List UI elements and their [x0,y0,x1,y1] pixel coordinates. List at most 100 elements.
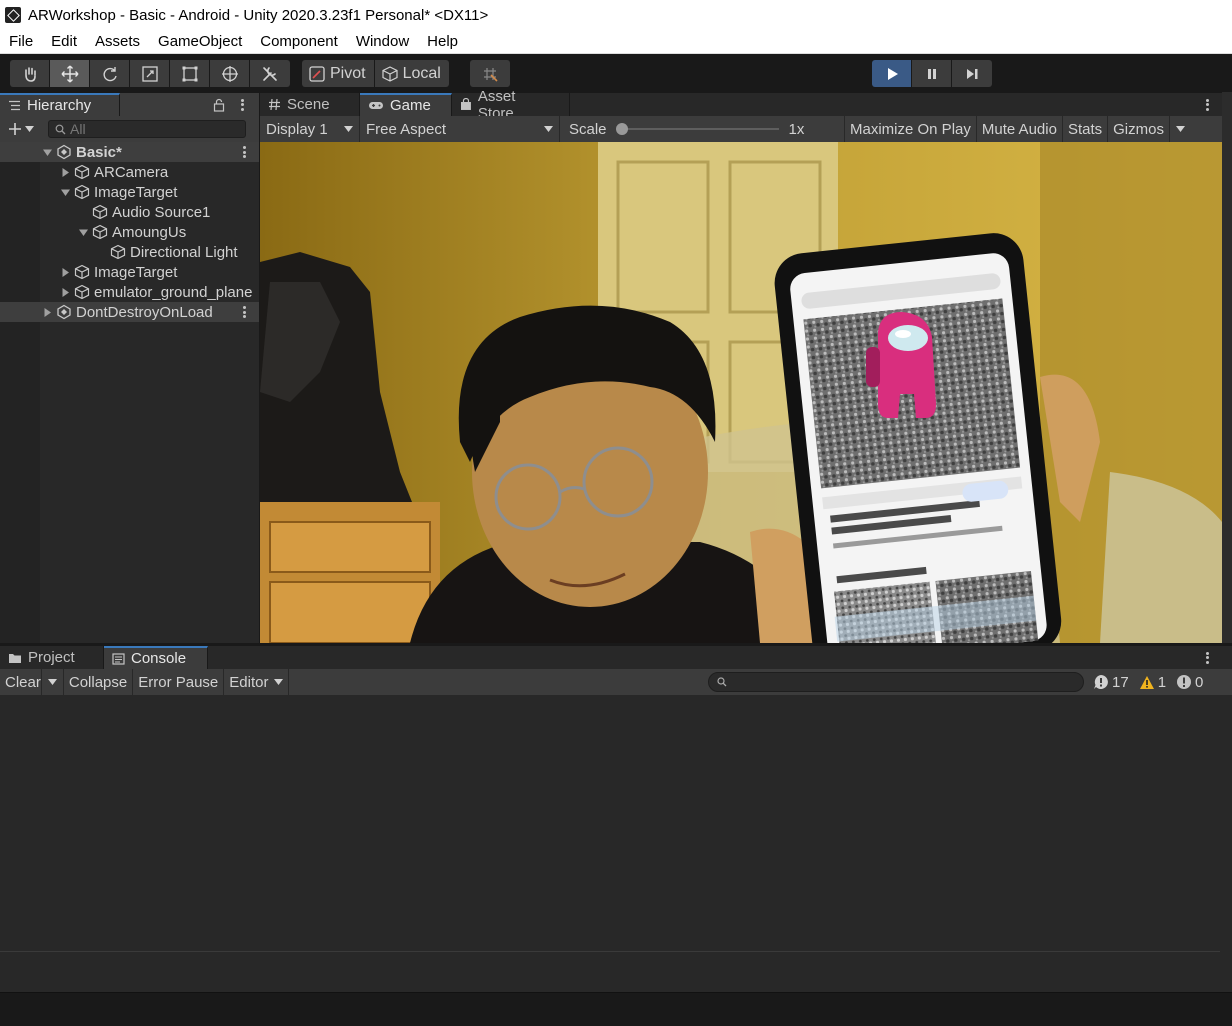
window-title: ARWorkshop - Basic - Android - Unity 202… [28,6,489,24]
custom-tool-button[interactable] [250,60,290,87]
console-menu-icon[interactable] [1200,651,1214,665]
chevron-down-icon [47,679,57,685]
hierarchy-item[interactable]: Directional Light [0,242,259,262]
hierarchy-menu-icon[interactable] [235,98,249,112]
expand-arrow-right-icon[interactable] [58,165,72,179]
hierarchy-item-label: Audio Source1 [112,203,211,221]
transform-tool-button[interactable] [210,60,250,87]
game-menu-icon[interactable] [1200,98,1214,112]
menu-gameobject[interactable]: GameObject [149,31,251,53]
hierarchy-scene-row[interactable]: DontDestroyOnLoad [0,302,259,322]
expand-arrow-down-icon[interactable] [58,185,72,199]
grid-snap-button[interactable] [470,60,510,87]
grid-snap-group [470,60,510,87]
chevron-down-icon [25,126,34,132]
play-button[interactable] [872,60,912,87]
scale-slider[interactable] [615,123,779,135]
hand-tool-button[interactable] [10,60,50,87]
step-button[interactable] [952,60,992,87]
tab-scene[interactable]: Scene [260,93,360,116]
stats-toggle[interactable]: Stats [1063,116,1109,142]
menu-file[interactable]: File [0,31,42,53]
scale-icon [141,65,158,82]
tab-asset-store[interactable]: Asset Store [452,88,570,122]
mute-audio-toggle[interactable]: Mute Audio [977,116,1063,142]
hierarchy-item-label: ImageTarget [94,263,178,281]
console-search-input[interactable] [708,672,1084,692]
expand-arrow-right-icon[interactable] [58,265,72,279]
scale-tool-button[interactable] [130,60,170,87]
hierarchy-item[interactable]: ImageTarget [0,262,259,282]
rect-tool-button[interactable] [170,60,210,87]
gameobject-cube-icon [74,264,90,280]
gameobject-cube-icon [74,184,90,200]
error-pause-toggle[interactable]: Error Pause [133,669,225,695]
warning-count-toggle[interactable]: 1 [1134,674,1171,691]
console-tabbar: Project Console [0,645,1232,669]
hierarchy-item[interactable]: ARCamera [0,162,259,182]
rotate-tool-button[interactable] [90,60,130,87]
camera-feed-image [260,142,1222,643]
expand-arrow-right-icon[interactable] [58,285,72,299]
collapse-toggle[interactable]: Collapse [64,669,134,695]
hierarchy-item-label: ARCamera [94,163,169,181]
console-panel: Project Console Clear Collapse Error Pau… [0,645,1232,992]
hierarchy-item[interactable]: ImageTarget [0,182,259,202]
menu-assets[interactable]: Assets [86,31,149,53]
hierarchy-item[interactable]: emulator_ground_plane [0,282,259,302]
local-cube-icon [381,65,398,82]
scale-slider-thumb[interactable] [615,123,628,135]
tab-hierarchy[interactable]: Hierarchy [0,93,120,116]
menu-component[interactable]: Component [251,31,347,53]
gizmos-dropdown[interactable] [1168,116,1191,142]
console-log-list[interactable] [0,695,1232,992]
move-tool-button[interactable] [50,60,90,87]
game-tabbar: Scene Game Asset Store [260,88,1222,122]
menu-help[interactable]: Help [418,31,467,53]
editor-dropdown[interactable]: Editor [224,669,290,695]
local-toggle[interactable]: Local [374,60,449,87]
hierarchy-search-input[interactable]: All [48,120,246,138]
hierarchy-item[interactable]: Audio Source1 [0,202,259,222]
pause-button[interactable] [912,60,952,87]
hierarchy-toolbar: All [0,116,259,142]
scene-menu-icon[interactable] [237,305,251,319]
right-edge-scrollbar[interactable] [1222,92,1232,643]
display-dropdown[interactable]: Display 1 [260,116,360,142]
gameobject-cube-icon [74,164,90,180]
expand-arrow-down-icon[interactable] [76,225,90,239]
scene-menu-icon[interactable] [237,145,251,159]
scale-control: Scale 1x [560,116,845,142]
clear-options-dropdown[interactable] [42,669,64,695]
tab-game[interactable]: Game [360,93,452,116]
tab-console[interactable]: Console [104,646,208,669]
gizmos-toggle[interactable]: Gizmos [1108,116,1169,142]
console-detail-splitter[interactable] [0,951,1220,952]
create-dropdown[interactable] [8,122,34,136]
tab-project[interactable]: Project [0,646,104,669]
pivot-toggle[interactable]: Pivot [302,60,375,87]
rect-icon [182,66,197,81]
game-viewport[interactable] [260,142,1222,643]
clear-button[interactable]: Clear [0,669,42,695]
hierarchy-item[interactable]: AmoungUs [0,222,259,242]
gameobject-cube-icon [110,244,126,260]
menu-window[interactable]: Window [347,31,418,53]
aspect-dropdown[interactable]: Free Aspect [360,116,560,142]
maximize-on-play-toggle[interactable]: Maximize On Play [845,116,977,142]
expand-arrow-right-icon[interactable] [40,305,54,319]
lock-icon[interactable] [213,98,225,112]
menu-edit[interactable]: Edit [42,31,86,53]
hierarchy-list-icon [9,100,20,111]
log-count-toggle[interactable]: 17 [1088,674,1134,691]
console-counters: 17 1 0 [1088,669,1208,695]
hierarchy-item-label: DontDestroyOnLoad [76,303,213,321]
hierarchy-scene-row[interactable]: Basic* [0,142,259,162]
chevron-down-icon [344,126,353,132]
info-message-icon [1094,675,1108,689]
pivot-icon [309,65,325,82]
expand-arrow-down-icon[interactable] [40,145,54,159]
hierarchy-item-label: Basic* [76,143,122,161]
error-count-toggle[interactable]: 0 [1171,674,1208,691]
unity-scene-icon [56,144,72,160]
